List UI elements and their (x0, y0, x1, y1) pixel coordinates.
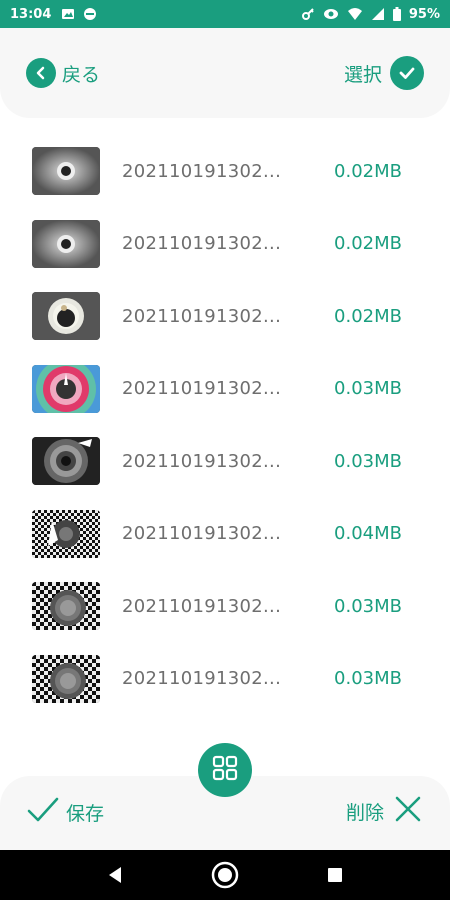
file-row[interactable]: 202110191302... 0.02MB (0, 135, 450, 207)
file-row[interactable]: 202110191302... 0.02MB (0, 208, 450, 280)
file-row[interactable]: 202110191302... 0.03MB (0, 570, 450, 642)
nav-back-button[interactable] (95, 855, 135, 895)
file-thumbnail (32, 437, 100, 485)
file-row[interactable]: 202110191302... 0.03MB (0, 425, 450, 497)
file-name: 202110191302... (122, 450, 282, 472)
signal-icon (371, 7, 385, 21)
dnd-icon (83, 7, 97, 21)
back-button[interactable]: 戻る (26, 56, 100, 90)
file-name: 202110191302... (122, 523, 282, 544)
status-time: 13:04 (10, 6, 52, 22)
image-icon (61, 7, 75, 21)
close-icon (394, 795, 422, 827)
save-button[interactable]: 保存 (26, 795, 104, 829)
file-name: 202110191302... (122, 378, 282, 399)
nav-recents-button[interactable] (315, 855, 355, 895)
eye-icon (323, 8, 339, 20)
key-icon (301, 7, 315, 21)
file-name: 202110191302... (122, 595, 282, 617)
file-thumbnail (32, 219, 100, 268)
file-name: 202110191302... (122, 668, 282, 689)
file-name: 202110191302... (122, 233, 282, 254)
delete-button[interactable]: 削除 (346, 795, 422, 827)
file-thumbnail (32, 147, 100, 195)
file-row[interactable]: 202110191302... 0.03MB (0, 353, 450, 425)
file-name: 202110191302... (122, 305, 282, 327)
status-bar: 13:04 95% (0, 0, 450, 28)
file-thumbnail (32, 364, 100, 413)
header: 戻る 選択 (0, 28, 450, 118)
file-size: 0.03MB (334, 450, 402, 472)
file-row[interactable]: 202110191302... 0.04MB (0, 498, 450, 570)
file-thumbnail (32, 292, 100, 340)
home-circle-icon (211, 861, 239, 889)
file-row[interactable]: 202110191302... 0.03MB (0, 643, 450, 715)
file-thumbnail (32, 654, 100, 703)
system-nav-bar (0, 850, 450, 900)
check-circle-icon (390, 56, 424, 90)
grid-view-button[interactable] (198, 743, 252, 797)
file-row[interactable]: 202110191302... 0.02MB (0, 280, 450, 352)
file-size: 0.04MB (334, 523, 402, 544)
file-size: 0.02MB (334, 305, 402, 327)
check-icon (26, 795, 60, 829)
save-label: 保存 (66, 802, 105, 825)
file-size: 0.03MB (334, 378, 402, 399)
wifi-icon (347, 7, 363, 21)
triangle-back-icon (109, 867, 121, 883)
battery-icon (392, 7, 401, 21)
file-size: 0.03MB (334, 595, 402, 617)
select-button[interactable]: 選択 (344, 56, 424, 90)
square-recents-icon (328, 868, 342, 882)
file-thumbnail (32, 509, 100, 558)
select-label: 選択 (343, 63, 382, 86)
file-size: 0.02MB (334, 233, 402, 254)
file-thumbnail (32, 582, 100, 630)
nav-home-button[interactable] (205, 855, 245, 895)
back-label: 戻る (62, 63, 101, 86)
battery-level: 95% (408, 6, 440, 22)
file-name: 202110191302... (122, 160, 282, 182)
file-size: 0.03MB (334, 668, 402, 689)
chevron-left-icon (26, 58, 56, 88)
grid-icon (212, 755, 238, 785)
delete-label: 削除 (345, 801, 384, 824)
file-size: 0.02MB (334, 160, 402, 182)
